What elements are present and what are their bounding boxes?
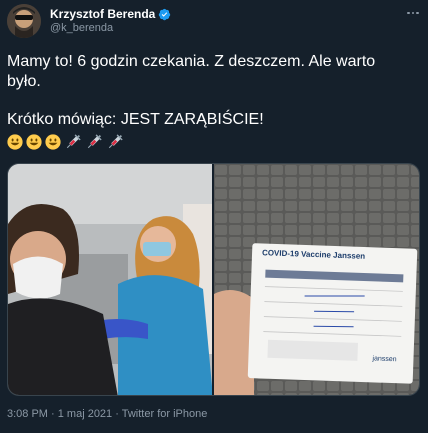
media-grid: janssen COVID-19 Vaccine Janssen [7, 163, 420, 396]
tweet-text: Mamy to! 6 godzin czekania. Z deszczem. … [7, 52, 417, 152]
syringe-emoji-icon [108, 133, 123, 148]
tweet: Krzysztof Berenda @k_berenda Mamy to! 6 … [0, 0, 428, 433]
author-name-row[interactable]: Krzysztof Berenda [50, 7, 171, 21]
vaccination-card-photo[interactable]: janssen COVID-19 Vaccine Janssen [214, 164, 419, 395]
author-handle[interactable]: @k_berenda [50, 22, 113, 34]
smiley-emoji-icon [7, 133, 23, 150]
vaccination-photo[interactable] [8, 164, 212, 395]
author-display-name[interactable]: Krzysztof Berenda [50, 7, 155, 21]
verified-badge-icon [159, 8, 171, 20]
smiley-emoji-icon [45, 133, 61, 150]
svg-text:janssen: janssen [371, 355, 396, 363]
tweet-text-line: było. [7, 72, 41, 90]
avatar[interactable] [7, 4, 41, 38]
more-options-icon[interactable] [404, 6, 422, 20]
smiley-emoji-icon [26, 133, 42, 150]
syringe-emoji-icon [87, 133, 102, 148]
tweet-text-line: Krótko mówiąc: JEST ZARĄBIŚCIE! [7, 111, 264, 128]
syringe-emoji-icon [66, 133, 81, 148]
tweet-text-line: Mamy to! 6 godzin czekania. Z deszczem. … [7, 53, 376, 70]
tweet-timestamp[interactable]: 3:08 PM · 1 maj 2021 · Twitter for iPhon… [7, 408, 207, 420]
emoji-row [7, 132, 417, 152]
